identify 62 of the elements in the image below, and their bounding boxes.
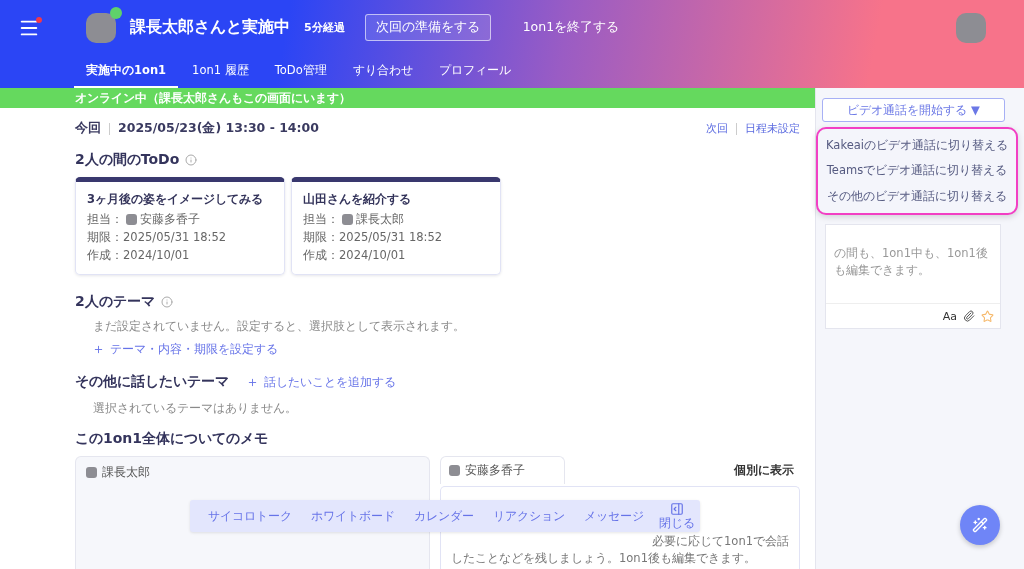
add-topic-link[interactable]: 話したいことを追加する: [247, 374, 396, 390]
tool-button[interactable]: カレンダー: [406, 508, 482, 524]
todo-title: 山田さんを紹介する: [303, 192, 412, 207]
section-title: その他に話したいテーマ: [75, 373, 229, 391]
panel-icon: [670, 501, 684, 516]
section-title: この1on1全体についてのメモ: [75, 430, 269, 448]
nav-tab[interactable]: すり合わせ: [340, 55, 425, 88]
tool-button[interactable]: メッセージ: [576, 508, 652, 524]
section-title: 2人のテーマ: [75, 293, 155, 311]
star-icon[interactable]: [981, 309, 994, 323]
person-name: 課長太郎: [102, 465, 150, 480]
todo-card[interactable]: 3ヶ月後の姿をイメージしてみる 担当： 安藤多香子 期限：2025/05/31 18:52 作成：2024/10/01: [75, 177, 285, 275]
status-banner: オンライン中（課長太郎さんもこの画面にいます）: [0, 88, 815, 108]
end-session-button[interactable]: 1on1を終了する: [516, 18, 626, 37]
assignee-name: 課長太郎: [356, 212, 404, 227]
avatar-icon: [342, 214, 353, 225]
tool-button[interactable]: ホワイトボード: [303, 508, 403, 524]
avatar-icon: [449, 465, 460, 476]
info-icon[interactable]: [160, 296, 173, 308]
add-theme-link[interactable]: テーマ・内容・期限を設定する: [93, 342, 278, 357]
avatar-icon: [86, 467, 97, 478]
session-title: 課長太郎さんと実施中: [130, 17, 290, 38]
plus-icon: [93, 344, 104, 355]
avatar-icon[interactable]: [956, 12, 986, 43]
tool-button[interactable]: サイコロトーク: [200, 508, 300, 524]
avatar-icon: [126, 214, 137, 225]
section-title: 2人の間のToDo: [75, 151, 180, 169]
todo-card[interactable]: 山田さんを紹介する 担当： 課長太郎 期限：2025/05/31 18:52 作成：2024/10/01: [291, 177, 501, 275]
assignee-name: 安藤多香子: [140, 212, 200, 227]
person-name: 安藤多香子: [465, 463, 525, 478]
created-date: 作成：2024/10/01: [87, 248, 191, 263]
note-field[interactable]: の間も、1on1中も、1on1後も編集できます。 Aa: [825, 224, 1001, 329]
text-format-icon[interactable]: Aa: [942, 309, 957, 323]
tool-button[interactable]: リアクション: [485, 508, 573, 524]
empty-text: 選択されているテーマはありません。: [93, 401, 297, 416]
due-date: 期限：2025/05/31 18:52: [87, 230, 228, 245]
session-label: 今回: [75, 120, 101, 137]
menu-item[interactable]: Kakeaiのビデオ通話に切り替える: [818, 138, 1016, 154]
elapsed-time: 5分経過: [304, 20, 345, 35]
video-call-button[interactable]: ビデオ通話を開始する ▼: [822, 98, 1005, 122]
menu-item[interactable]: その他のビデオ通話に切り替える: [818, 188, 1016, 204]
next-label[interactable]: 次回: [706, 121, 728, 136]
nav-tab[interactable]: プロフィール: [426, 55, 523, 88]
prepare-next-button[interactable]: 次回の準備をする: [364, 14, 491, 41]
close-button[interactable]: 閉じる: [659, 501, 695, 531]
due-date: 期限：2025/05/31 18:52: [303, 230, 444, 245]
view-toggle-button[interactable]: 個別に表示: [728, 461, 800, 479]
created-date: 作成：2024/10/01: [303, 248, 407, 263]
assignee-label: 担当：: [87, 212, 123, 227]
assignee-label: 担当：: [303, 212, 339, 227]
session-datetime: 2025/05/23(金) 13:30 - 14:00: [118, 120, 319, 137]
attach-icon[interactable]: [963, 310, 975, 322]
nav-tab[interactable]: ToDo管理: [262, 55, 339, 88]
next-schedule-link[interactable]: 日程未設定: [745, 121, 800, 136]
plus-icon: [247, 376, 258, 388]
memo-tab[interactable]: 安藤多香子: [440, 456, 565, 484]
nav-tab[interactable]: 1on1 履歴: [180, 55, 261, 88]
info-icon[interactable]: [185, 154, 198, 166]
wand-icon: [972, 517, 988, 533]
todo-title: 3ヶ月後の姿をイメージしてみる: [87, 192, 264, 207]
menu-item[interactable]: Teamsでビデオ通話に切り替える: [818, 163, 1016, 179]
empty-text: まだ設定されていません。設定すると、選択肢として表示されます。: [93, 319, 465, 334]
